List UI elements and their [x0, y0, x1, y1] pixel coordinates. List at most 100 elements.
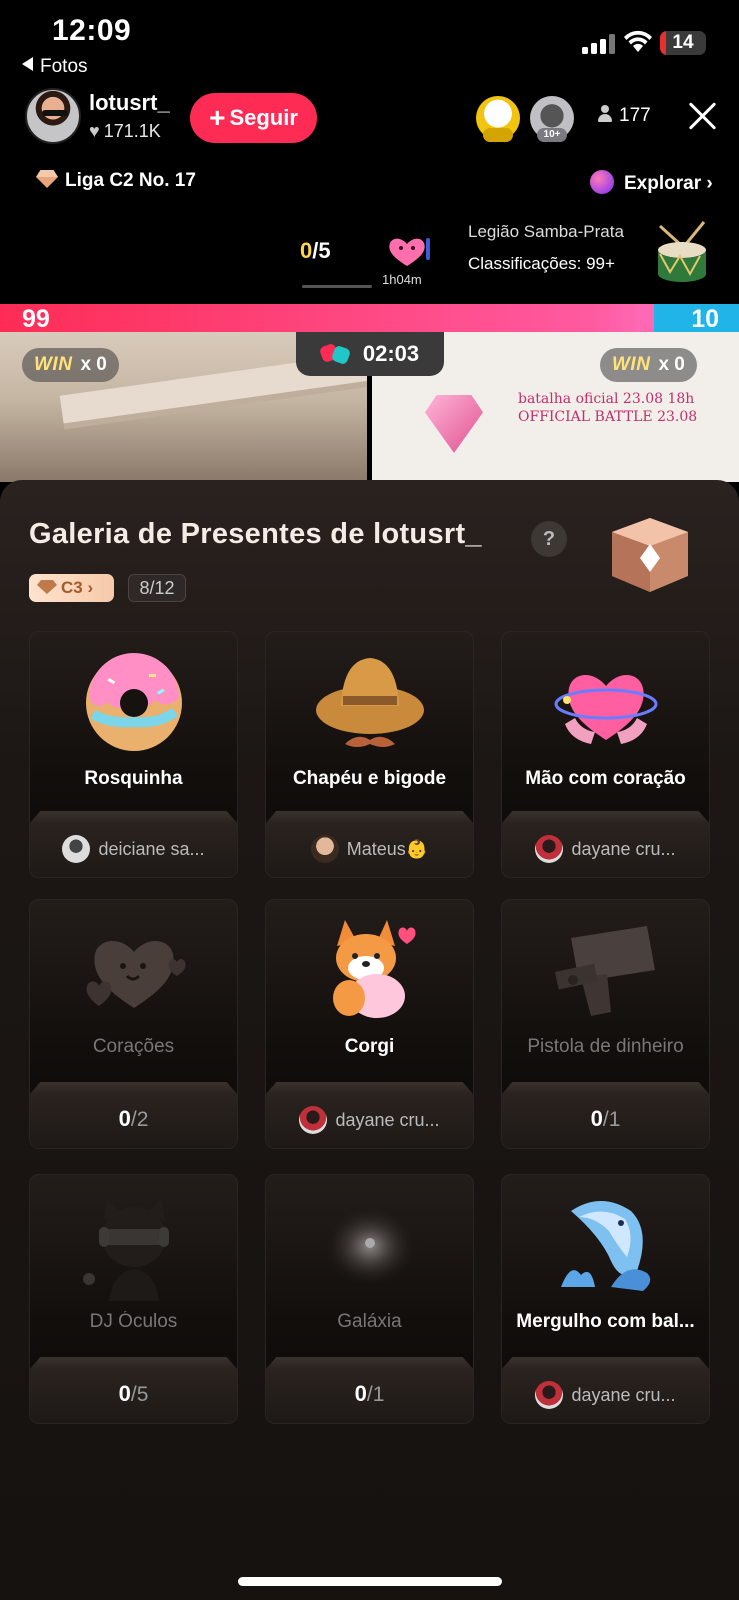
host-likes: ♥ 171.1K [89, 121, 161, 142]
donor-name: deiciane sa... [98, 839, 205, 859]
donor-avatar [62, 835, 91, 863]
pk-timer-value: 02:03 [362, 341, 420, 366]
legion-rank[interactable]: Classificações: 99+ [468, 254, 615, 274]
close-button[interactable] [687, 100, 719, 132]
chevron-right-icon: › [701, 173, 713, 194]
legion-name[interactable]: Legião Samba-Prata [468, 222, 624, 242]
pk-left-score: 99 [22, 305, 50, 333]
back-app-label: Fotos [40, 56, 88, 77]
donor-name: dayane cru... [335, 1110, 440, 1130]
count-have: 0 [118, 1381, 131, 1406]
pk-score-bar: 99 10 [0, 304, 739, 333]
planet-icon [590, 170, 614, 194]
donor-avatar [299, 1106, 328, 1134]
goal-total: /5 [312, 238, 331, 263]
likes-count: 171.1K [103, 121, 161, 141]
gallery-title: Galeria de Presentes de lotusrt_ [29, 518, 482, 550]
heart-gift-icon[interactable] [384, 234, 430, 268]
explore-label: Explorar [624, 173, 702, 194]
plus-icon: + [209, 102, 226, 133]
collect-progress: 0/1 [502, 1106, 709, 1132]
gift-name: DJ Óculos [89, 1311, 178, 1332]
donor-name: Mateus👶 [346, 839, 429, 859]
right-win-badge: WIN x 0 [600, 348, 697, 382]
cellular-signal-icon [582, 34, 616, 54]
battery-icon: 14 [660, 31, 706, 55]
boxing-gloves-icon [321, 345, 351, 363]
goal-underline [302, 285, 372, 288]
help-button[interactable]: ? [531, 521, 567, 557]
gift-card-chapeu-e-bigode[interactable]: Chapéu e bigode Mateus👶 [265, 631, 474, 878]
hand-heart-icon [554, 674, 657, 744]
win-label: WIN [34, 354, 73, 375]
follow-button[interactable]: + Seguir [190, 93, 317, 143]
gallery-cube-icon [612, 518, 688, 592]
money-gun-icon [554, 926, 655, 1016]
chevron-right-icon: › [82, 578, 94, 597]
donor-name: dayane cru... [571, 839, 676, 859]
donor-name: dayane cru... [571, 1385, 676, 1405]
pk-right-score: 10 [691, 305, 719, 333]
gift-name: Mergulho com bal... [516, 1311, 695, 1332]
host-name[interactable]: lotusrt_ [89, 90, 170, 116]
donor-avatar [535, 1381, 564, 1409]
donor-avatar [310, 835, 339, 863]
follow-label: Seguir [229, 105, 298, 130]
gift-name: Pistola de dinheiro [527, 1036, 684, 1057]
battery-level: 14 [672, 32, 694, 53]
count-have: 0 [118, 1106, 131, 1131]
top-viewer-avatar-2[interactable]: 10+ [530, 96, 574, 142]
gift-card-pistola-de-dinheiro[interactable]: Pistola de dinheiro 0/1 [501, 899, 710, 1149]
count-need: /1 [602, 1108, 621, 1131]
host-avatar[interactable] [25, 88, 81, 144]
gift-card-coracoes[interactable]: Corações 0/2 [29, 899, 238, 1149]
gift-name: Mão com coração [525, 768, 686, 789]
gallery-level: C3 [61, 578, 83, 597]
collect-progress: 0/1 [266, 1381, 473, 1407]
donor-avatar [535, 835, 564, 863]
gallery-progress: 8/12 [128, 574, 186, 602]
top-donor[interactable]: dayane cru... [502, 1381, 709, 1409]
count-have: 0 [590, 1106, 603, 1131]
gift-card-mergulho-com-baleia[interactable]: Mergulho com bal... dayane cru... [501, 1174, 710, 1424]
wifi-icon [624, 30, 652, 52]
back-to-app-link[interactable]: Fotos [22, 56, 88, 78]
gift-name: Chapéu e bigode [292, 768, 447, 789]
hearts-icon [86, 940, 186, 1008]
gift-card-rosquinha[interactable]: Rosquinha deiciane sa... [29, 631, 238, 878]
goal-current: 0 [300, 238, 313, 263]
back-arrow-icon [22, 57, 33, 71]
gift-card-mao-com-coracao[interactable]: Mão com coração dayane cru... [501, 631, 710, 878]
gift-name: Corgi [344, 1036, 395, 1057]
gift-card-corgi[interactable]: Corgi dayane cru... [265, 899, 474, 1149]
top-donor[interactable]: dayane cru... [266, 1106, 473, 1134]
explore-link[interactable]: Explorar › [590, 170, 713, 195]
overlay-line-2: OFFICIAL BATTLE 23.08 [518, 409, 698, 425]
top-donor[interactable]: deiciane sa... [30, 835, 237, 863]
stream-overlay-text: batalha oficial 23.08 18h OFFICIAL BATTLE… [518, 390, 697, 426]
person-icon [597, 105, 613, 123]
viewer-count[interactable]: 177 [597, 105, 651, 127]
drum-icon[interactable] [652, 220, 712, 286]
dj-glasses-icon [82, 1199, 169, 1301]
gallery-level-chip[interactable]: C3 › [29, 574, 114, 602]
whale-dive-icon [560, 1201, 650, 1291]
left-win-badge: WIN x 0 [22, 348, 119, 382]
count-need: /2 [130, 1108, 149, 1131]
collect-progress: 0/5 [30, 1381, 237, 1407]
league-link[interactable]: Liga C2 No. 17 [36, 170, 196, 192]
gift-name: Corações [92, 1036, 175, 1057]
pk-timer: 02:03 [296, 332, 444, 376]
gem-graphic [425, 395, 483, 453]
gift-card-galaxia[interactable]: Galáxia 0/1 [265, 1174, 474, 1424]
top-donor[interactable]: Mateus👶 [266, 835, 473, 863]
viewer-rank-badge [483, 128, 513, 142]
home-indicator[interactable] [238, 1577, 502, 1586]
gift-name: Galáxia [337, 1311, 402, 1332]
top-viewer-avatar-1[interactable] [476, 96, 520, 142]
heart-icon: ♥ [89, 121, 100, 141]
top-donor[interactable]: dayane cru... [502, 835, 709, 863]
gift-card-dj-oculos[interactable]: DJ Óculos 0/5 [29, 1174, 238, 1424]
count-need: /5 [130, 1383, 149, 1406]
gift-goal-counter[interactable]: 0/5 [300, 238, 331, 264]
